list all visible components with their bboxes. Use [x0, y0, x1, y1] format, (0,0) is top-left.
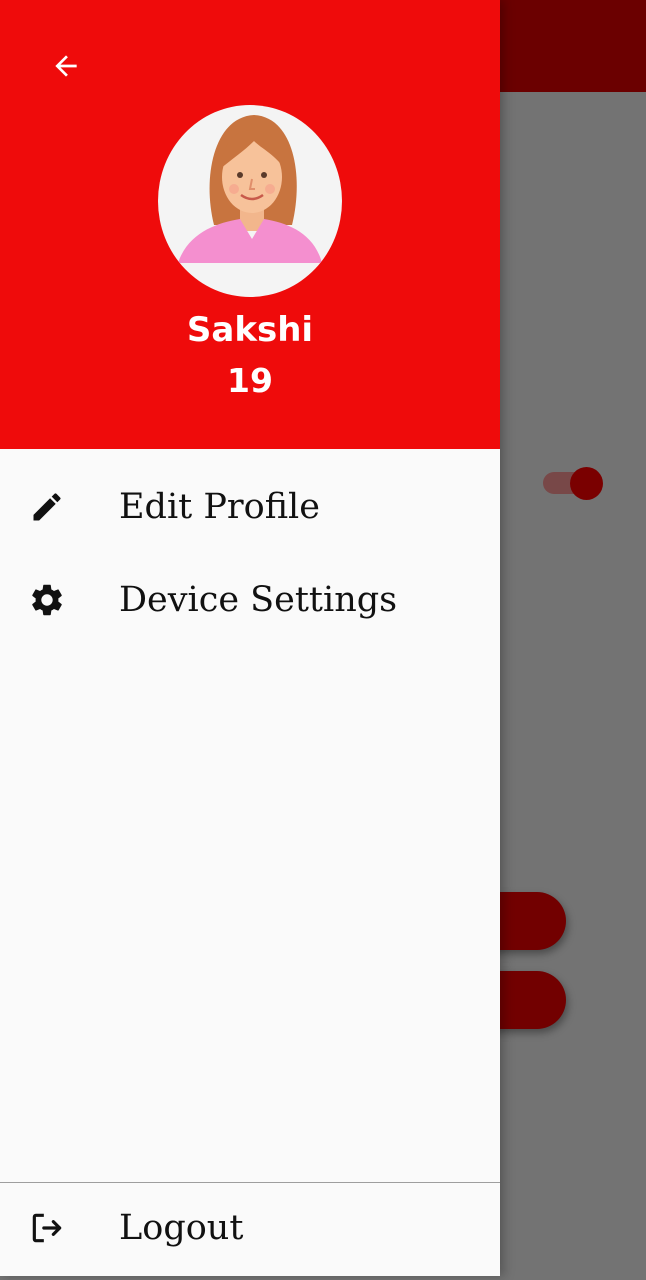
user-age: 19	[227, 361, 273, 400]
arrow-back-icon	[55, 55, 77, 77]
gear-icon	[28, 581, 66, 619]
user-name: Sakshi	[186, 310, 314, 350]
menu-item-device-settings[interactable]: Device Settings	[0, 555, 500, 645]
female-user-avatar-icon	[178, 115, 322, 263]
drawer-header: Sakshi 19	[0, 0, 500, 449]
logout-button[interactable]: Logout	[0, 1183, 500, 1273]
logout-label: Logout	[119, 1208, 244, 1248]
logout-icon	[28, 1209, 66, 1247]
screen: Sakshi 19 Edit Profile Device Settings L…	[0, 0, 646, 1280]
pencil-icon	[28, 488, 66, 526]
navigation-drawer: Sakshi 19 Edit Profile Device Settings L…	[0, 0, 500, 1276]
avatar[interactable]	[158, 105, 342, 297]
back-button[interactable]	[40, 42, 92, 90]
background-toggle-knob	[570, 467, 603, 500]
menu-item-label: Edit Profile	[119, 487, 320, 527]
menu-item-edit-profile[interactable]: Edit Profile	[0, 462, 500, 552]
menu-item-label: Device Settings	[119, 580, 398, 620]
